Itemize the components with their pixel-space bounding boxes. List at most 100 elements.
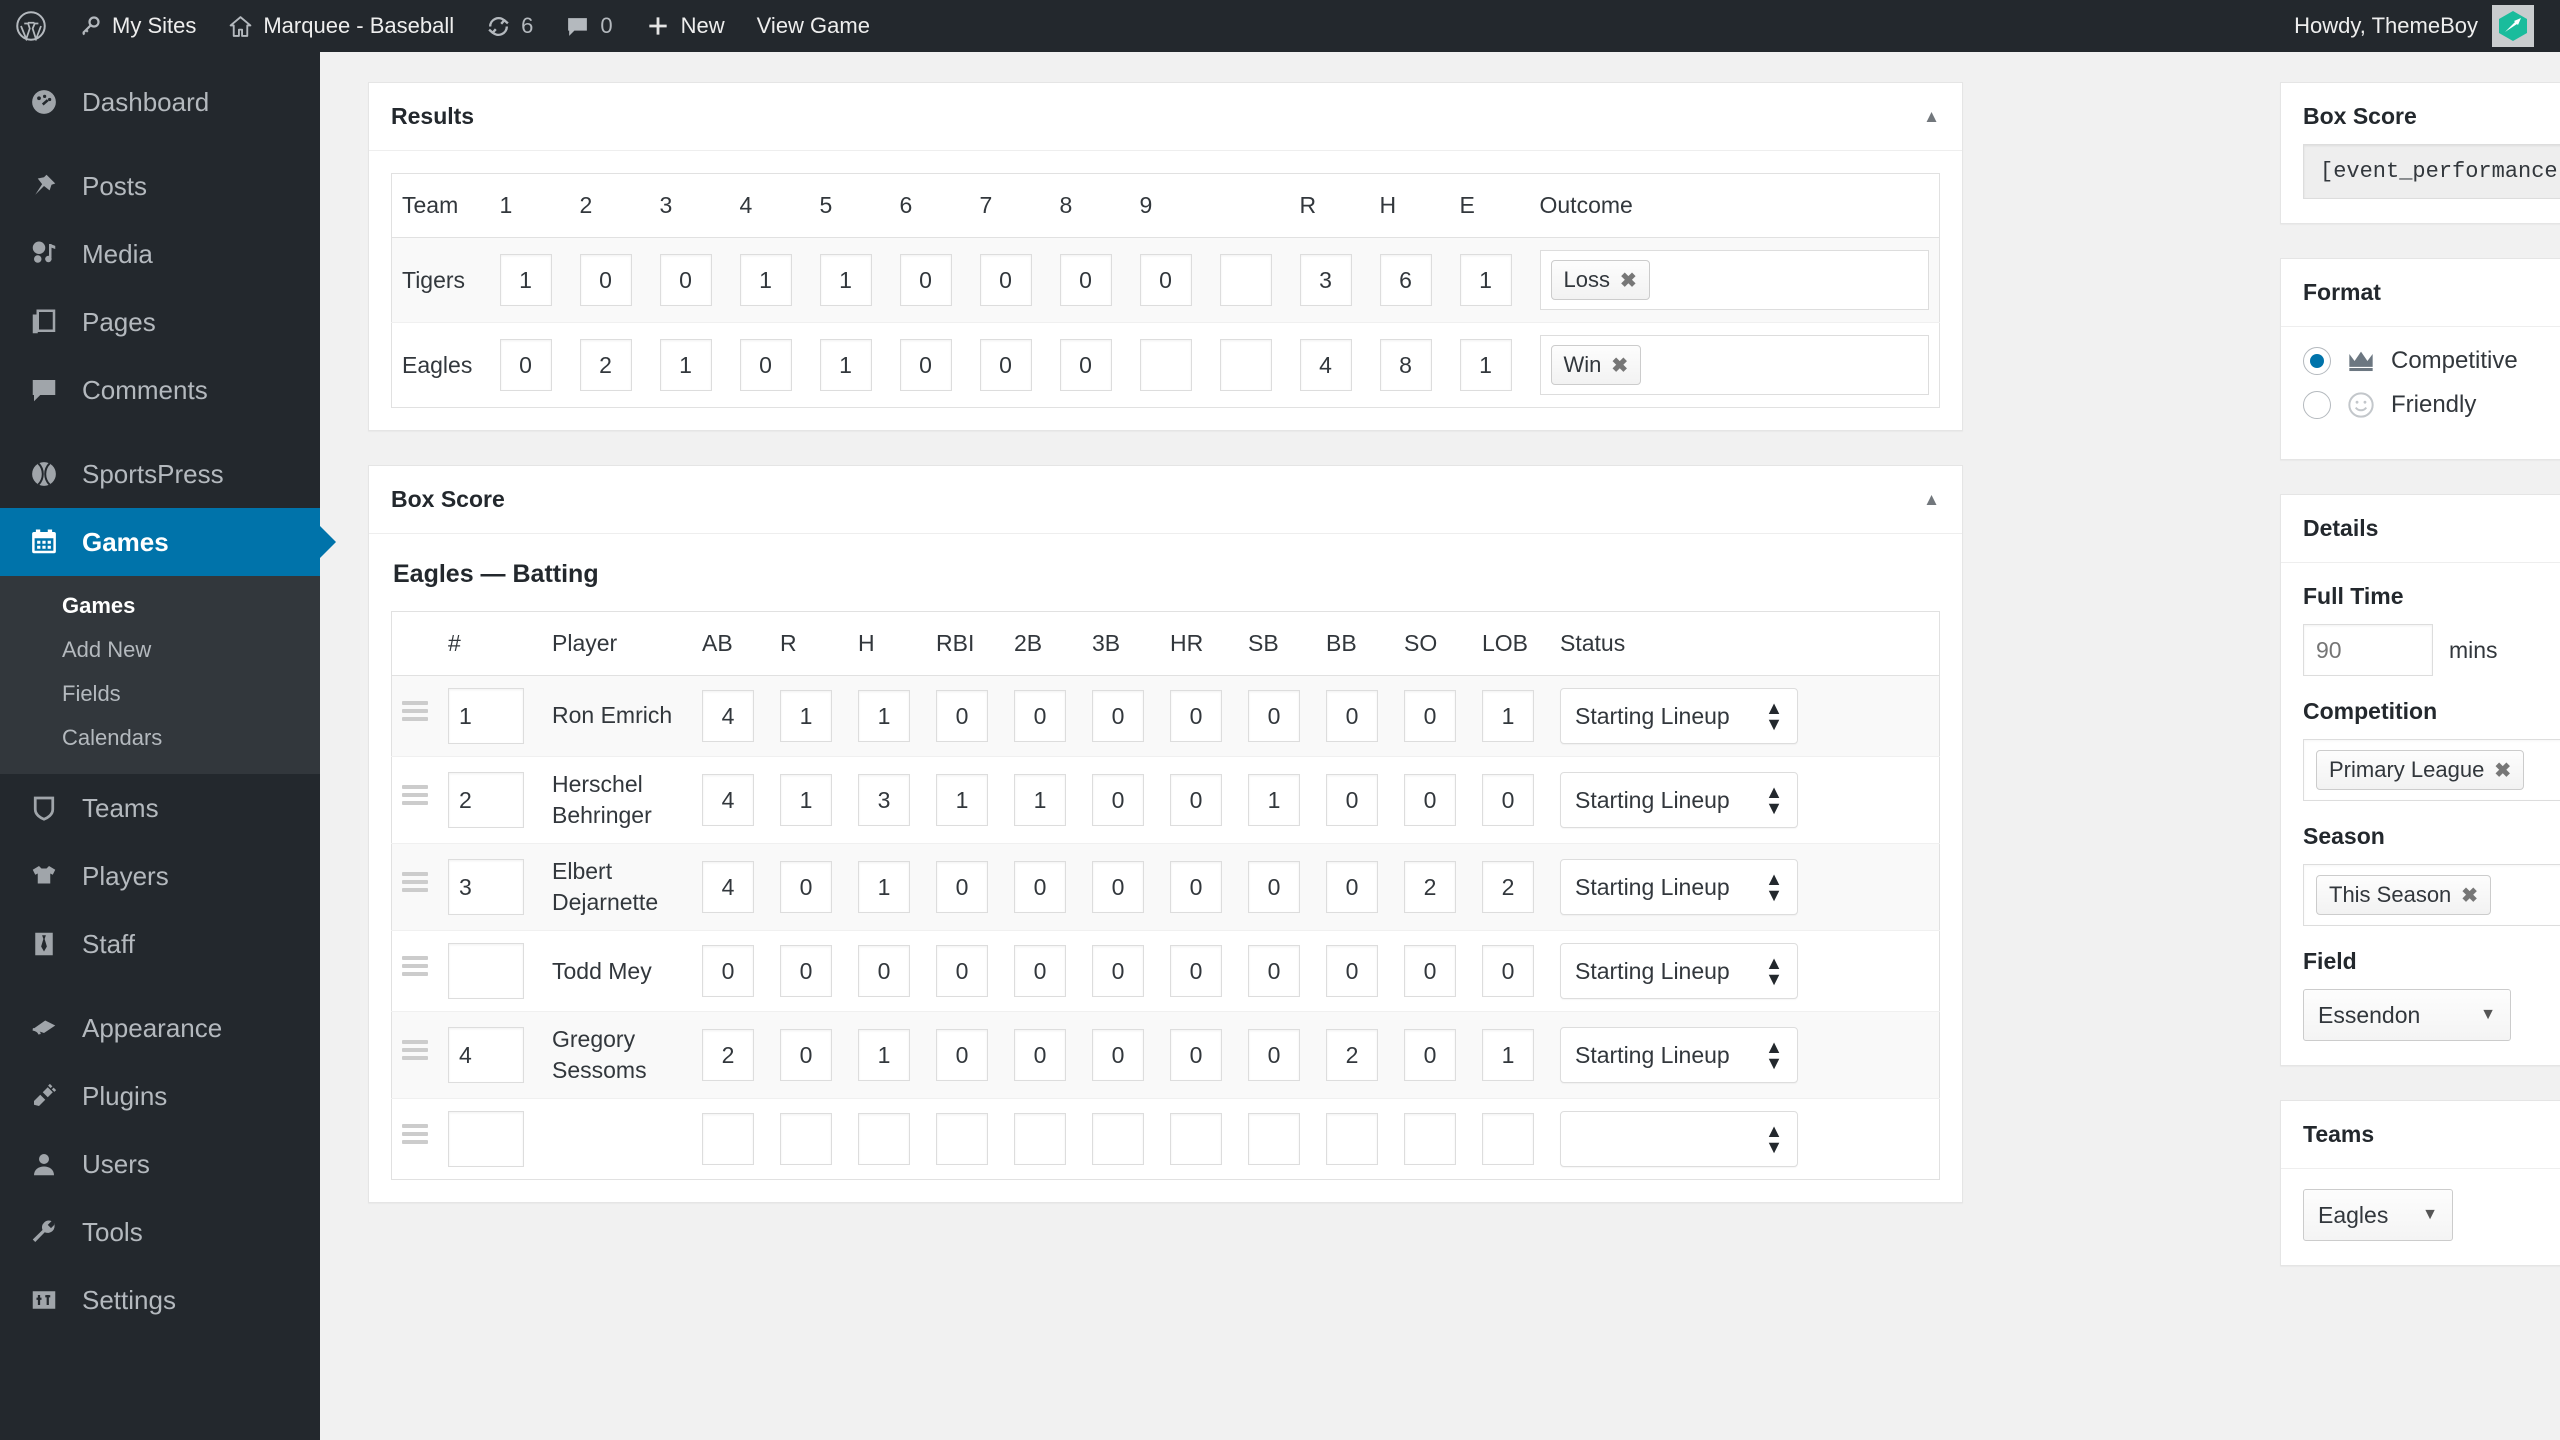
stat-input-hr[interactable] [1170, 1029, 1222, 1082]
stat-input-sb[interactable] [1248, 774, 1300, 827]
details-panel-header[interactable]: Details ▲ [2281, 495, 2560, 563]
inning-input-6[interactable] [899, 254, 952, 306]
stat-input-r[interactable] [780, 1029, 832, 1082]
outcome-token-field[interactable]: Loss ✖ [1539, 250, 1929, 310]
inning-input-8[interactable] [1059, 254, 1112, 306]
stat-input-so[interactable] [1404, 774, 1456, 827]
r-input[interactable] [1299, 254, 1352, 306]
stat-input-hr[interactable] [1170, 945, 1222, 998]
stat-input-h[interactable] [858, 1029, 910, 1082]
stat-input-rbi[interactable] [936, 945, 988, 998]
stat-input-ab[interactable] [702, 1029, 754, 1082]
sidebar-item-posts[interactable]: Posts [0, 152, 320, 220]
inning-input-4[interactable] [739, 339, 792, 391]
new-content-menu[interactable]: New [629, 0, 741, 52]
stat-input-bb[interactable] [1326, 690, 1378, 742]
stat-input-3b[interactable] [1092, 945, 1144, 998]
status-select[interactable]: ▲ ▼ [1560, 1111, 1798, 1168]
format-panel-header[interactable]: Format ▲ [2281, 259, 2560, 327]
stat-input-r[interactable] [780, 1113, 832, 1166]
season-token[interactable]: This Season ✖ [2316, 875, 2492, 915]
stat-input-h[interactable] [858, 690, 910, 742]
player-number-input[interactable] [448, 859, 524, 916]
inning-input-10[interactable] [1219, 339, 1272, 391]
sidebar-item-users[interactable]: Users [0, 1130, 320, 1198]
sidebar-item-settings[interactable]: Settings [0, 1266, 320, 1334]
h-input[interactable] [1379, 339, 1432, 391]
inning-input-5[interactable] [819, 339, 872, 391]
radio-competitive[interactable] [2303, 347, 2331, 375]
drag-handle-icon[interactable] [402, 1040, 428, 1064]
inning-input-4[interactable] [739, 254, 792, 306]
updates-button[interactable]: 6 [470, 0, 549, 52]
player-number-input[interactable] [448, 1111, 524, 1168]
stat-input-bb[interactable] [1326, 1113, 1378, 1166]
chevron-up-icon[interactable]: ▲ [1923, 491, 1940, 508]
remove-icon[interactable]: ✖ [2494, 758, 2511, 783]
inning-input-1[interactable] [499, 254, 552, 306]
account-menu[interactable]: Howdy, ThemeBoy [2294, 5, 2560, 47]
boxscore-panel-header[interactable]: Box Score ▲ [369, 466, 1962, 534]
stat-input-r[interactable] [780, 861, 832, 914]
stat-input-hr[interactable] [1170, 774, 1222, 827]
stat-input-h[interactable] [858, 1113, 910, 1166]
my-sites-menu[interactable]: My Sites [62, 0, 212, 52]
sidebar-item-media[interactable]: Media [0, 220, 320, 288]
stat-input-rbi[interactable] [936, 690, 988, 742]
format-option-friendly[interactable]: Friendly [2303, 391, 2560, 419]
sidebar-item-comments[interactable]: Comments [0, 356, 320, 424]
field-select[interactable]: Essendon ▼ [2303, 989, 2511, 1041]
stat-input-2b[interactable] [1014, 861, 1066, 914]
stat-input-hr[interactable] [1170, 861, 1222, 914]
view-game-link[interactable]: View Game [741, 0, 886, 52]
stat-input-rbi[interactable] [936, 861, 988, 914]
season-token-field[interactable]: This Season ✖ [2303, 864, 2560, 926]
stat-input-h[interactable] [858, 945, 910, 998]
radio-friendly[interactable] [2303, 391, 2331, 419]
remove-icon[interactable]: ✖ [1620, 268, 1637, 293]
stat-input-r[interactable] [780, 945, 832, 998]
stat-input-h[interactable] [858, 774, 910, 827]
stat-input-3b[interactable] [1092, 690, 1144, 742]
results-panel-header[interactable]: Results ▲ [369, 83, 1962, 151]
stat-input-sb[interactable] [1248, 1029, 1300, 1082]
drag-handle-icon[interactable] [402, 785, 428, 809]
player-number-input[interactable] [448, 688, 524, 744]
stat-input-2b[interactable] [1014, 774, 1066, 827]
stat-input-lob[interactable] [1482, 945, 1534, 998]
outcome-token[interactable]: Loss ✖ [1550, 260, 1650, 300]
inning-input-1[interactable] [499, 339, 552, 391]
stat-input-ab[interactable] [702, 945, 754, 998]
stat-input-lob[interactable] [1482, 774, 1534, 827]
stat-input-r[interactable] [780, 774, 832, 827]
submenu-item-games[interactable]: Games [0, 584, 320, 628]
stat-input-3b[interactable] [1092, 861, 1144, 914]
stat-input-sb[interactable] [1248, 690, 1300, 742]
drag-handle-icon[interactable] [402, 701, 428, 725]
stat-input-hr[interactable] [1170, 1113, 1222, 1166]
sidebar-item-staff[interactable]: Staff [0, 910, 320, 978]
stat-input-so[interactable] [1404, 861, 1456, 914]
stat-input-sb[interactable] [1248, 1113, 1300, 1166]
inning-input-6[interactable] [899, 339, 952, 391]
stat-input-bb[interactable] [1326, 1029, 1378, 1082]
status-select[interactable]: Starting Lineup ▲ ▼ [1560, 688, 1798, 744]
comments-button[interactable]: 0 [549, 0, 628, 52]
stat-input-2b[interactable] [1014, 945, 1066, 998]
player-number-input[interactable] [448, 772, 524, 829]
status-select[interactable]: Starting Lineup ▲ ▼ [1560, 1027, 1798, 1084]
site-name-menu[interactable]: Marquee - Baseball [212, 0, 470, 52]
stat-input-so[interactable] [1404, 1113, 1456, 1166]
sidebar-item-tools[interactable]: Tools [0, 1198, 320, 1266]
inning-input-2[interactable] [579, 339, 632, 391]
player-number-input[interactable] [448, 1027, 524, 1084]
shortcode-field[interactable]: [event_performance 1648] [2303, 144, 2560, 199]
submenu-item-add-new[interactable]: Add New [0, 628, 320, 672]
stat-input-ab[interactable] [702, 774, 754, 827]
chevron-up-icon[interactable]: ▲ [1923, 108, 1940, 125]
e-input[interactable] [1459, 254, 1512, 306]
drag-handle-icon[interactable] [402, 872, 428, 896]
sidebar-item-plugins[interactable]: Plugins [0, 1062, 320, 1130]
inning-input-5[interactable] [819, 254, 872, 306]
drag-handle-icon[interactable] [402, 1124, 428, 1148]
